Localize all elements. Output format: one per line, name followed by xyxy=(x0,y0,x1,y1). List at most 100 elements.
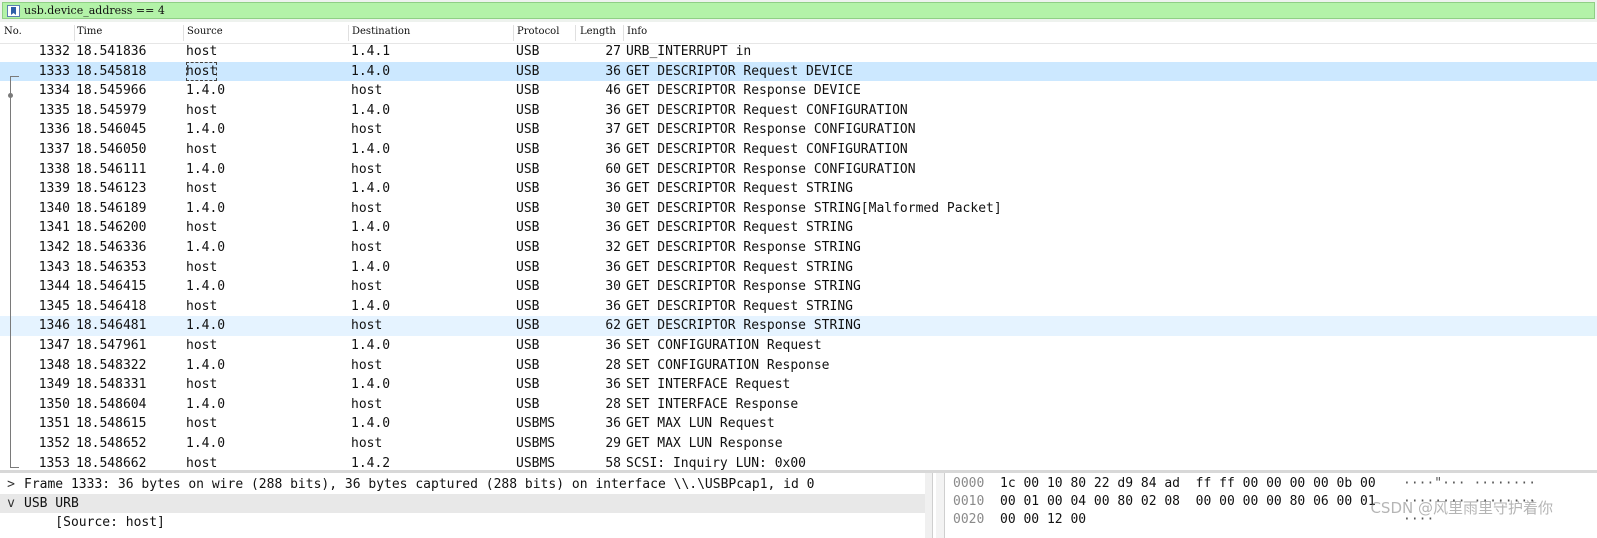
packet-length: 36 xyxy=(605,377,621,393)
packet-length: 28 xyxy=(605,396,621,412)
packet-length: 36 xyxy=(605,220,621,236)
packet-info: GET DESCRIPTOR Response DEVICE xyxy=(626,83,861,99)
packet-protocol: USBMS xyxy=(516,436,556,451)
packet-row[interactable]: 1349 18.548331 host 1.4.0 USB 36 SET INTERFACE… xyxy=(0,375,1597,395)
packet-source: host xyxy=(186,338,218,353)
packet-row[interactable]: 1332 18.541836 host 1.4.1 USB 27 URB_INTERRUPT… xyxy=(0,42,1597,62)
packet-protocol: USB xyxy=(516,318,540,334)
packet-row[interactable]: 1352 18.548652 1.4.0 host USBMS 29 GET MAX LUN… xyxy=(0,434,1597,454)
packet-row[interactable]: 1336 18.546045 1.4.0 host USB 37 GET DESCRIPTO… xyxy=(0,120,1597,140)
packet-row[interactable]: 1342 18.546336 1.4.0 host USB 32 GET DESCRIPTO… xyxy=(0,238,1597,258)
packet-info: GET DESCRIPTOR Response STRING[Malformed… xyxy=(626,200,1002,216)
packet-row[interactable]: 1353 18.548662 host 1.4.2 USBMS 58 SCSI: Inqui… xyxy=(0,454,1597,470)
column-separator[interactable] xyxy=(348,25,349,41)
packet-protocol: USB xyxy=(516,298,540,314)
packet-source: 1.4.0 xyxy=(186,436,226,451)
packet-list[interactable]: No. Time Source Destination Protocol Len… xyxy=(0,23,1597,470)
packet-row[interactable]: 1350 18.548604 1.4.0 host USB 28 SET INTERFACE… xyxy=(0,395,1597,415)
bytes-line[interactable]: 0000 1c 00 10 80 22 d9 84 ad ff ff 00 00 … xyxy=(945,475,1597,493)
column-header-destination[interactable]: Destination xyxy=(352,26,410,37)
packet-length: 36 xyxy=(605,142,621,157)
detail-tree-item[interactable]: v USB URB xyxy=(0,494,925,513)
packet-info: GET DESCRIPTOR Response STRING xyxy=(626,240,861,255)
packet-details-pane[interactable]: > Frame 1333: 36 bytes on wire (288 bits)… xyxy=(0,473,933,538)
packet-time: 18.548615 xyxy=(76,416,147,432)
packet-destination: host xyxy=(351,318,383,334)
packet-row[interactable]: 1338 18.546111 1.4.0 host USB 60 GET DESCRIPTO… xyxy=(0,160,1597,180)
packet-time: 18.546200 xyxy=(76,220,147,236)
packet-row[interactable]: 1346 18.546481 1.4.0 host USB 62 GET DESCRIPTO… xyxy=(0,316,1597,336)
detail-tree-item[interactable]: [Source: host] xyxy=(0,513,925,532)
packet-time: 18.548652 xyxy=(76,436,147,451)
column-separator[interactable] xyxy=(575,25,576,41)
packet-length: 28 xyxy=(605,357,621,373)
packet-time: 18.548331 xyxy=(76,377,147,393)
column-header-time[interactable]: Time xyxy=(77,26,102,37)
packet-row[interactable]: 1341 18.546200 host 1.4.0 USB 36 GET DESCRIPTO… xyxy=(0,218,1597,238)
pane-splitter-vertical[interactable] xyxy=(936,473,944,538)
chevron-right-icon[interactable]: > xyxy=(4,475,18,494)
packet-time: 18.546353 xyxy=(76,259,147,275)
packet-row[interactable]: 1337 18.546050 host 1.4.0 USB 36 GET DESCRIPTO… xyxy=(0,140,1597,160)
packet-length: 62 xyxy=(605,318,621,334)
packet-protocol: USB xyxy=(516,142,540,157)
packet-row[interactable]: 1339 18.546123 host 1.4.0 USB 36 GET DESCRIPTO… xyxy=(0,179,1597,199)
packet-length: 58 xyxy=(605,455,621,470)
packet-info: GET MAX LUN Request xyxy=(626,416,775,432)
packet-no: 1332 xyxy=(38,44,70,59)
packet-row[interactable]: 1334 18.545966 1.4.0 host USB 46 GET DESCRIPTO… xyxy=(0,81,1597,101)
packet-time: 18.545818 xyxy=(76,63,147,79)
packet-source: host xyxy=(186,142,218,157)
packet-length: 36 xyxy=(605,259,621,275)
column-separator[interactable] xyxy=(183,25,184,41)
chevron-down-icon[interactable]: v xyxy=(4,494,18,513)
packet-row[interactable]: 1344 18.546415 1.4.0 host USB 30 GET DESCRIPTO… xyxy=(0,277,1597,297)
packet-protocol: USB xyxy=(516,259,540,275)
column-separator[interactable] xyxy=(513,25,514,41)
packet-row[interactable]: 1347 18.547961 host 1.4.0 USB 36 SET CONFIGURA… xyxy=(0,336,1597,356)
packet-source: host xyxy=(186,61,218,82)
packet-source: 1.4.0 xyxy=(186,83,226,99)
packet-destination: host xyxy=(351,240,383,255)
column-header-info[interactable]: Info xyxy=(627,26,647,37)
packet-row[interactable]: 1340 18.546189 1.4.0 host USB 30 GET DESCRIPTO… xyxy=(0,199,1597,219)
column-header-no[interactable]: No. xyxy=(4,26,22,37)
packet-length: 46 xyxy=(605,83,621,99)
packet-row[interactable]: 1343 18.546353 host 1.4.0 USB 36 GET DESCRIPTO… xyxy=(0,258,1597,278)
column-header-protocol[interactable]: Protocol xyxy=(517,26,559,37)
packet-destination: host xyxy=(351,83,383,99)
packet-row[interactable]: 1348 18.548322 1.4.0 host USB 28 SET CONFIGURA… xyxy=(0,356,1597,376)
packet-source: 1.4.0 xyxy=(186,396,226,412)
packet-length: 36 xyxy=(605,181,621,197)
packet-length: 30 xyxy=(605,279,621,295)
packet-source: host xyxy=(186,298,218,314)
packet-source: host xyxy=(186,455,218,470)
packet-time: 18.548662 xyxy=(76,455,147,470)
column-separator[interactable] xyxy=(623,25,624,41)
packet-row[interactable]: 1333 18.545818 host 1.4.0 USB 36 GET DESCRIPTO… xyxy=(0,61,1597,82)
packet-info: GET DESCRIPTOR Request STRING xyxy=(626,181,853,197)
bookmark-icon[interactable] xyxy=(7,5,20,17)
details-scrollbar[interactable] xyxy=(925,473,932,538)
packet-row[interactable]: 1351 18.548615 host 1.4.0 USBMS 36 GET MAX LUN… xyxy=(0,414,1597,434)
packet-source: 1.4.0 xyxy=(186,200,226,216)
packet-source: host xyxy=(186,416,218,432)
column-header-source[interactable]: Source xyxy=(187,26,223,37)
packet-info: GET DESCRIPTOR Request STRING xyxy=(626,259,853,275)
packet-protocol: USB xyxy=(516,102,540,118)
display-filter-input[interactable]: usb.device_address == 4 xyxy=(2,2,1595,19)
packet-protocol: USB xyxy=(516,161,540,177)
packet-time: 18.546481 xyxy=(76,318,147,334)
byte-hex: 00 01 00 04 00 80 02 08 00 00 00 00 80 0… xyxy=(1000,494,1376,509)
packet-protocol: USB xyxy=(516,122,540,138)
detail-tree-item[interactable]: > Frame 1333: 36 bytes on wire (288 bits)… xyxy=(0,475,925,494)
packet-protocol: USB xyxy=(516,63,540,79)
packet-destination: host xyxy=(351,357,383,373)
packet-row[interactable]: 1345 18.546418 host 1.4.0 USB 36 GET DESCRIPTO… xyxy=(0,297,1597,317)
packet-time: 18.546415 xyxy=(76,279,147,295)
column-header-length[interactable]: Length xyxy=(580,26,616,37)
byte-offset: 0020 xyxy=(953,512,985,527)
packet-length: 36 xyxy=(605,338,621,353)
packet-row[interactable]: 1335 18.545979 host 1.4.0 USB 36 GET DESCRIPTO… xyxy=(0,101,1597,121)
column-separator[interactable] xyxy=(74,25,75,41)
